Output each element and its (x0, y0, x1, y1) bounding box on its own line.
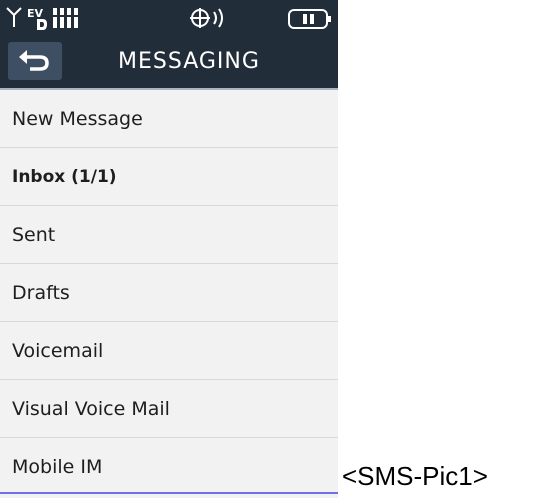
menu-item-drafts[interactable]: Drafts (0, 264, 338, 322)
title-bar: MESSAGING (0, 38, 338, 90)
menu-item-sent[interactable]: Sent (0, 206, 338, 264)
status-bar: EV (0, 0, 338, 38)
back-arrow-icon (19, 50, 49, 71)
battery-icon (288, 9, 331, 29)
bottom-divider (0, 492, 338, 494)
messaging-menu: New Message Inbox (1/1) Sent Drafts Voic… (0, 90, 338, 496)
signal-bars-icon (52, 8, 80, 28)
menu-item-voicemail[interactable]: Voicemail (0, 322, 338, 380)
menu-item-mobile-im[interactable]: Mobile IM (0, 438, 338, 496)
page: EV MESSAGING New Message Inbox (1/1) Sen… (0, 0, 556, 498)
menu-item-inbox[interactable]: Inbox (1/1) (0, 148, 338, 206)
volume-icon (190, 8, 223, 28)
figure-caption: <SMS-Pic1> (342, 461, 488, 491)
page-title: MESSAGING (118, 49, 260, 74)
signal-icon (6, 7, 22, 27)
menu-item-new-message[interactable]: New Message (0, 90, 338, 148)
menu-item-visual-voice-mail[interactable]: Visual Voice Mail (0, 380, 338, 438)
phone-screen: EV MESSAGING New Message Inbox (1/1) Sen… (0, 0, 338, 498)
svg-text:EV: EV (27, 7, 44, 20)
back-button[interactable] (8, 42, 62, 80)
ev-network-icon: EV (27, 7, 47, 30)
